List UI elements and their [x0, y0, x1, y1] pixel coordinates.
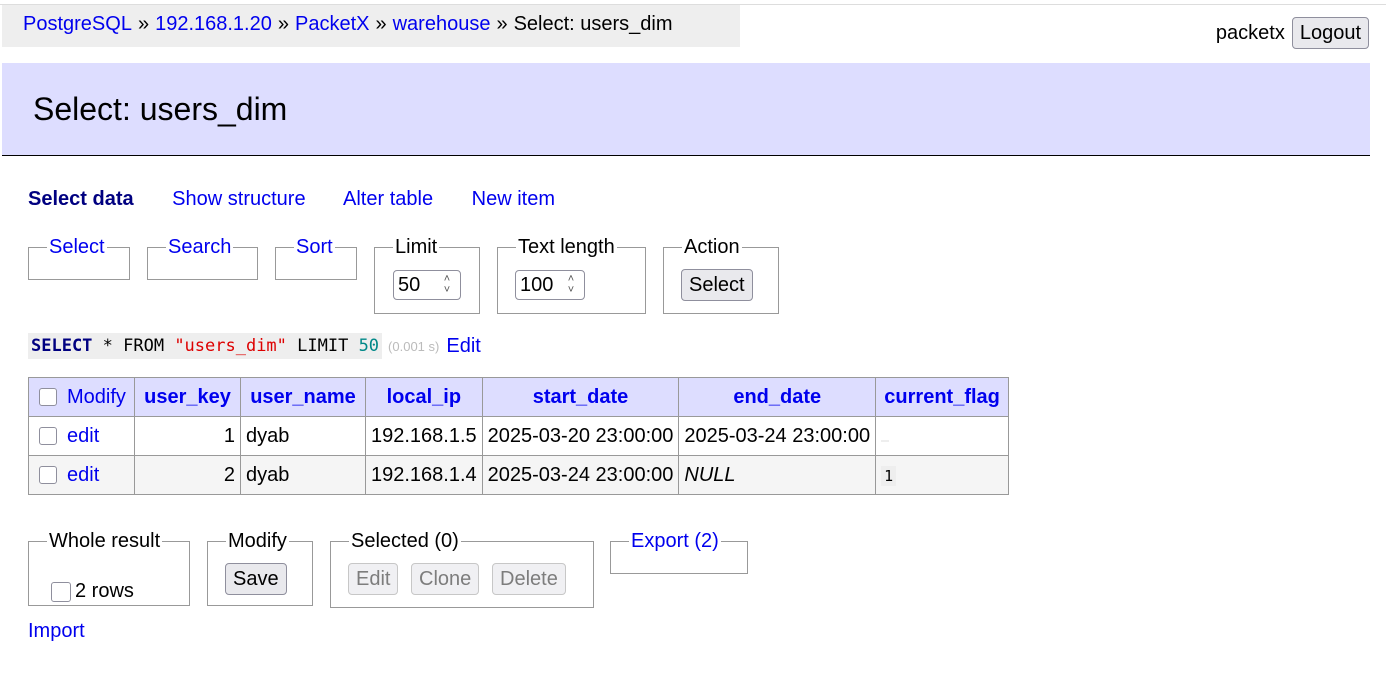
- sql-from: * FROM: [92, 336, 175, 356]
- cell-end-date: 2025-03-24 23:00:00: [678, 416, 877, 456]
- breadcrumb-link-system[interactable]: PostgreSQL: [23, 13, 132, 35]
- column-header[interactable]: start_date: [481, 377, 680, 417]
- breadcrumb: PostgreSQL» 192.168.1.20» PacketX» warehous…: [2, 5, 740, 47]
- column-header-link[interactable]: current_flag: [884, 386, 1000, 408]
- sql-keyword-limit: LIMIT: [286, 336, 359, 356]
- new-item-link[interactable]: New item: [472, 188, 555, 210]
- results-table: Modify user_key user_name local_ip start…: [28, 377, 1010, 495]
- selected-legend: Selected (0): [351, 530, 459, 552]
- breadcrumb-separator: »: [137, 13, 150, 35]
- cell-current-flag: 1: [875, 455, 1010, 495]
- modify-legend: Modify: [228, 530, 287, 552]
- cell-start-date: 2025-03-20 23:00:00: [481, 416, 680, 456]
- clone-selected-button[interactable]: Clone: [411, 563, 480, 595]
- column-header-link[interactable]: end_date: [733, 386, 821, 408]
- search-toggle[interactable]: Search: [168, 236, 231, 258]
- text-length-input[interactable]: 100 ˄ ˅: [515, 270, 585, 300]
- cell-user-key: 1: [134, 416, 241, 456]
- cell-user-key: 2: [134, 455, 241, 495]
- cell-end-date: NULL: [678, 455, 877, 495]
- modify-header: Modify: [28, 377, 135, 417]
- row-checkbox[interactable]: [39, 466, 57, 485]
- row-edit-link[interactable]: edit: [67, 425, 99, 447]
- breadcrumb-current: Select: users_dim: [513, 13, 673, 35]
- column-header[interactable]: user_key: [134, 377, 241, 417]
- cell-current-flag: [875, 416, 1010, 456]
- breadcrumb-link-schema[interactable]: warehouse: [393, 13, 491, 35]
- breadcrumb-separator: »: [375, 13, 387, 35]
- page-title: Select: users_dim: [33, 91, 288, 127]
- column-header[interactable]: current_flag: [875, 377, 1010, 417]
- row-edit-link[interactable]: edit: [67, 464, 99, 486]
- query-time: (0.001 s): [388, 338, 440, 354]
- flag-value: [881, 439, 890, 442]
- select-data-link[interactable]: Select data: [28, 188, 134, 210]
- whole-result-option[interactable]: 2 rows: [51, 580, 134, 603]
- column-header-link[interactable]: start_date: [533, 386, 629, 408]
- export-fieldset: Export (2): [610, 530, 748, 574]
- breadcrumb-separator: »: [277, 13, 289, 35]
- column-header[interactable]: end_date: [678, 377, 877, 417]
- sort-toggle[interactable]: Sort: [296, 236, 333, 258]
- sql-query: SELECT * FROM "users_dim" LIMIT 50 (0.00…: [28, 333, 481, 359]
- column-header-link[interactable]: user_name: [250, 386, 356, 408]
- row-checkbox[interactable]: [39, 427, 57, 446]
- page-header: Select: users_dim: [2, 63, 1370, 156]
- select-all-checkbox[interactable]: [39, 388, 57, 407]
- breadcrumb-separator: »: [496, 13, 508, 35]
- stepper-arrows-icon[interactable]: ˄ ˅: [436, 274, 458, 296]
- select-fieldset: Select: [28, 236, 130, 280]
- action-legend: Action: [684, 236, 740, 258]
- column-header[interactable]: local_ip: [365, 377, 483, 417]
- limit-legend: Limit: [395, 236, 438, 258]
- whole-result-checkbox[interactable]: [51, 581, 71, 602]
- edit-selected-button[interactable]: Edit: [348, 563, 399, 595]
- cell-user-name: dyab: [240, 416, 366, 456]
- column-header-link[interactable]: local_ip: [387, 386, 461, 408]
- delete-selected-button[interactable]: Delete: [492, 563, 566, 595]
- cell-start-date: 2025-03-24 23:00:00: [481, 455, 680, 495]
- search-fieldset: Search: [147, 236, 258, 280]
- select-submit-button[interactable]: Select: [681, 269, 753, 301]
- stepper-arrows-icon[interactable]: ˄ ˅: [560, 274, 582, 296]
- table-header-row: Modify user_key user_name local_ip start…: [28, 377, 1010, 417]
- limit-input[interactable]: 50 ˄ ˅: [393, 270, 461, 300]
- breadcrumb-link-server[interactable]: 192.168.1.20: [155, 13, 272, 35]
- whole-result-fieldset: Whole result 2 rows: [28, 530, 190, 606]
- breadcrumb-link-database[interactable]: PacketX: [295, 13, 369, 35]
- cell-user-name: dyab: [240, 455, 366, 495]
- save-button[interactable]: Save: [225, 563, 287, 595]
- row-modify-cell: edit: [28, 416, 135, 456]
- sort-fieldset: Sort: [275, 236, 357, 280]
- sql-table-name: "users_dim": [174, 336, 287, 356]
- table-row: edit 1 dyab 192.168.1.5 2025-03-20 23:00…: [28, 416, 1010, 456]
- column-header-link[interactable]: user_key: [144, 386, 231, 408]
- sql-keyword-select: SELECT: [31, 336, 93, 356]
- select-columns-toggle[interactable]: Select: [49, 236, 105, 258]
- modify-header-link[interactable]: Modify: [67, 386, 126, 408]
- cell-local-ip: 192.168.1.4: [365, 455, 483, 495]
- row-modify-cell: edit: [28, 455, 135, 495]
- limit-value: 50: [398, 273, 421, 296]
- column-header[interactable]: user_name: [240, 377, 366, 417]
- table-links: Select data Show structure Alter table N…: [28, 188, 588, 211]
- sql-code: SELECT * FROM "users_dim" LIMIT 50: [28, 333, 383, 359]
- alter-table-link[interactable]: Alter table: [343, 188, 433, 210]
- export-toggle[interactable]: Export (2): [631, 530, 719, 552]
- text-length-legend: Text length: [518, 236, 615, 258]
- table-row: edit 2 dyab 192.168.1.4 2025-03-24 23:00…: [28, 455, 1010, 495]
- edit-query-link[interactable]: Edit: [446, 335, 480, 358]
- username: packetx: [1215, 21, 1285, 44]
- logout-area: packetx Logout: [1216, 17, 1369, 49]
- whole-result-label: 2 rows: [75, 580, 134, 602]
- show-structure-link[interactable]: Show structure: [172, 188, 305, 210]
- flag-value: 1: [881, 465, 897, 486]
- sql-limit-value: 50: [358, 336, 380, 356]
- import-link[interactable]: Import: [28, 620, 85, 643]
- logout-button[interactable]: Logout: [1291, 17, 1369, 49]
- whole-result-legend: Whole result: [49, 530, 161, 552]
- cell-local-ip: 192.168.1.5: [365, 416, 483, 456]
- text-length-value: 100: [520, 273, 554, 296]
